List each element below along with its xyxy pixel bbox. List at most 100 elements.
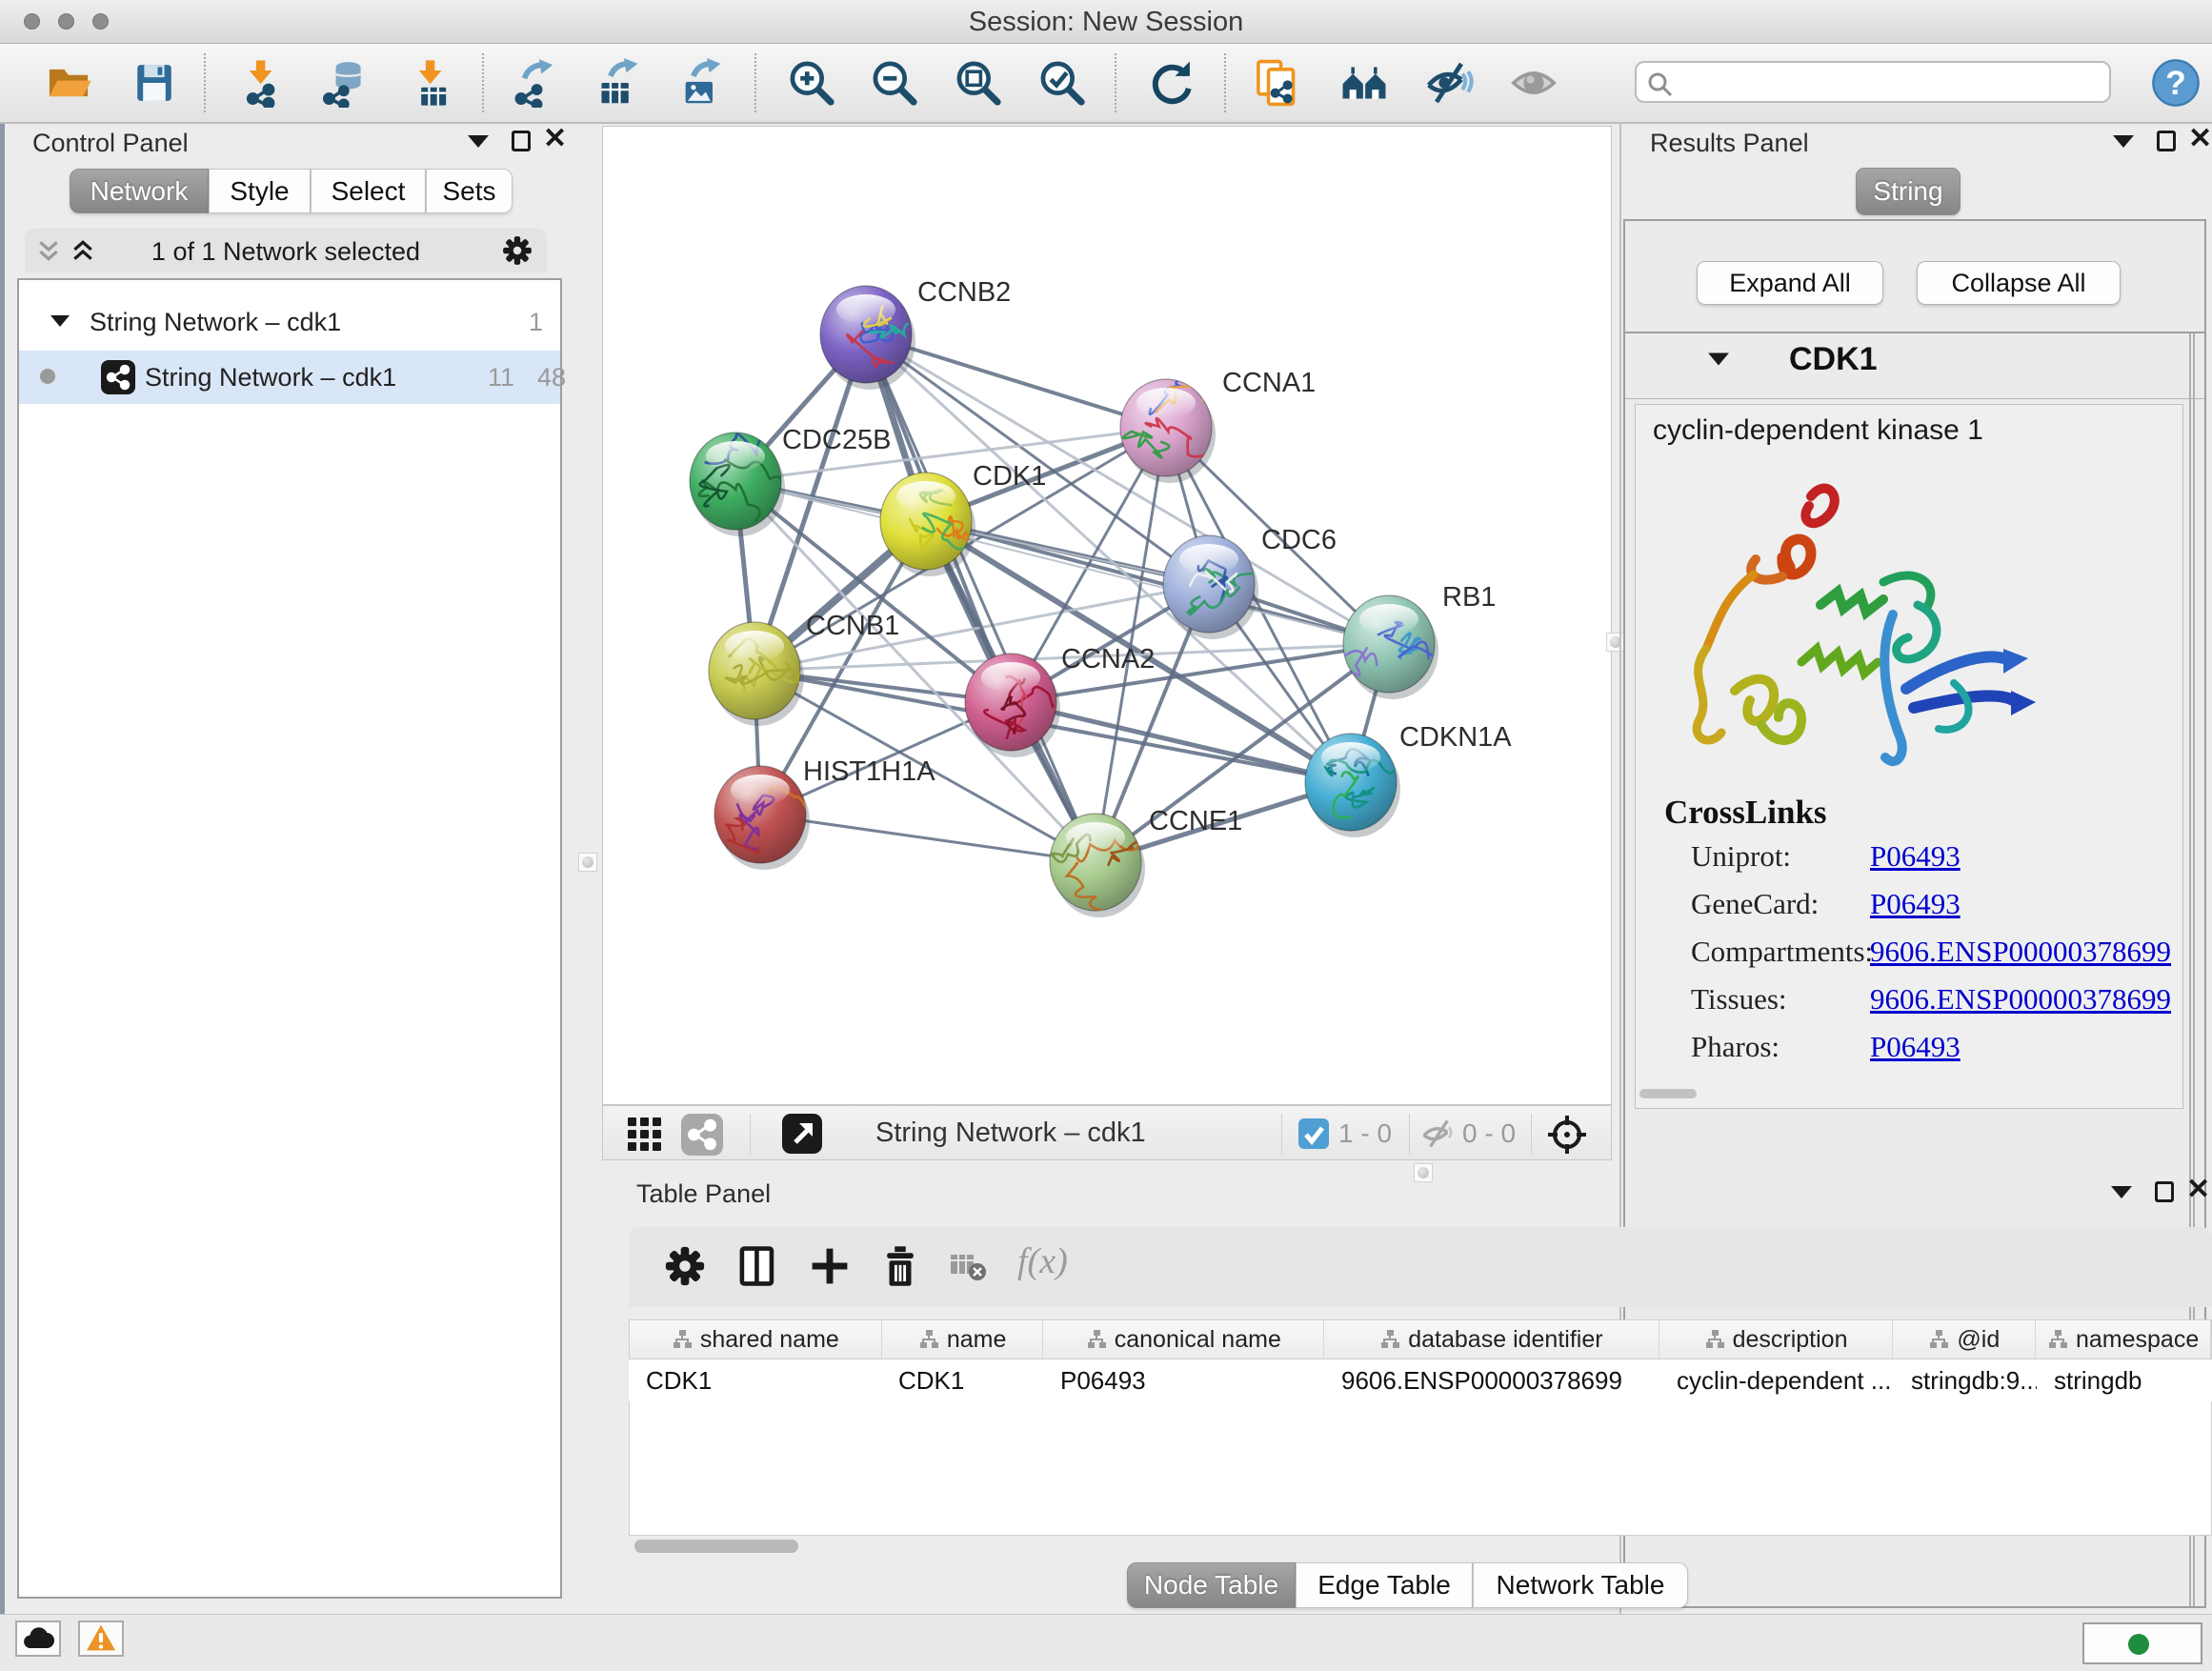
selected-checkbox-icon[interactable] — [1298, 1118, 1329, 1149]
gear-icon[interactable] — [501, 234, 533, 267]
create-column-icon[interactable] — [808, 1244, 852, 1288]
network-node-CDKN1A[interactable] — [1305, 734, 1400, 837]
open-folder-icon — [44, 58, 93, 108]
node-label-CDC6: CDC6 — [1261, 525, 1337, 555]
protein-collapse-caret-icon[interactable] — [1707, 351, 1730, 368]
network-node-CCNB2[interactable] — [820, 286, 915, 390]
control-panel-title: Control Panel — [32, 129, 189, 158]
column-header--id[interactable]: @id — [1893, 1320, 2036, 1359]
export-network-button[interactable] — [507, 57, 560, 111]
table-cell[interactable]: stringdb:9... — [1894, 1359, 2037, 1401]
panel-menu-icon[interactable] — [468, 135, 489, 148]
control-panel-tabs: NetworkStyleSelectSets — [70, 169, 513, 213]
crosslink-value-link[interactable]: P06493 — [1870, 887, 1961, 921]
network-node-CCNA2[interactable] — [965, 654, 1060, 757]
warning-icon — [85, 1623, 117, 1652]
node-label-RB1: RB1 — [1442, 582, 1496, 613]
tab-string[interactable]: String — [1856, 168, 1961, 215]
cloud-status-button[interactable] — [15, 1621, 61, 1657]
panel-close-icon[interactable]: ✕ — [543, 129, 567, 150]
refresh-button[interactable] — [1145, 57, 1198, 111]
network-summary-bar: 1 of 1 Network selected — [25, 229, 547, 272]
left-splitter-grip[interactable] — [578, 853, 597, 872]
network-node-CDK1[interactable] — [880, 473, 975, 576]
search-input[interactable] — [1680, 65, 2100, 99]
help-button[interactable]: ? — [2149, 57, 2202, 111]
crosslink-value-link[interactable]: P06493 — [1870, 839, 1961, 874]
table-cell[interactable]: CDK1 — [629, 1359, 881, 1401]
hide-selected-button[interactable] — [1422, 57, 1476, 111]
show-hide-columns-icon[interactable] — [735, 1244, 779, 1288]
collapse-all-button[interactable]: Collapse All — [1917, 261, 2121, 305]
panel-menu-icon[interactable] — [2113, 135, 2134, 148]
delete-column-icon[interactable] — [878, 1244, 922, 1288]
network-row-label: String Network – cdk1 — [145, 363, 396, 393]
crosslink-value-link[interactable]: 9606.ENSP00000378699 — [1870, 935, 2171, 969]
panel-float-icon[interactable] — [512, 131, 531, 151]
table-cell[interactable]: P06493 — [1043, 1359, 1324, 1401]
panel-close-icon[interactable]: ✕ — [2186, 1179, 2210, 1200]
tab-node-table[interactable]: Node Table — [1127, 1562, 1296, 1608]
table-hscrollbar-thumb[interactable] — [634, 1540, 798, 1553]
tab-sets[interactable]: Sets — [426, 169, 513, 213]
zoom-fit-button[interactable] — [952, 57, 1005, 111]
copy-network-button[interactable] — [1251, 57, 1304, 111]
crosslink-label: Uniprot: — [1691, 839, 1791, 874]
export-table-button[interactable] — [591, 57, 644, 111]
network-collection-row[interactable]: String Network – cdk1 1 — [19, 297, 560, 351]
column-header-name[interactable]: name — [882, 1320, 1044, 1359]
zoom-selected-button[interactable] — [1036, 57, 1089, 111]
zoom-out-button[interactable] — [868, 57, 921, 111]
tree-expand-caret-icon[interactable] — [50, 312, 70, 330]
network-row-selected[interactable]: String Network – cdk1 11 48 — [19, 351, 560, 404]
crosshair-icon[interactable] — [1546, 1114, 1588, 1156]
network-graph[interactable]: CCNB2CCNA1CDC25BCDK1CDC6RB1CCNB1CCNA2CDK… — [603, 127, 1611, 1104]
cytoscape-window: Session: New Session — [0, 0, 2212, 1671]
table-cell[interactable]: CDK1 — [881, 1359, 1043, 1401]
import-network-from-database-button[interactable] — [318, 57, 372, 111]
export-image-button[interactable] — [674, 57, 727, 111]
delete-table-icon[interactable] — [949, 1244, 987, 1288]
zoom-in-button[interactable] — [785, 57, 838, 111]
network-canvas-panel[interactable]: CCNB2CCNA1CDC25BCDK1CDC6RB1CCNB1CCNA2CDK… — [602, 126, 1612, 1105]
network-view-mode-icon[interactable] — [681, 1114, 723, 1156]
column-header-shared-name[interactable]: shared name — [630, 1320, 882, 1359]
memory-button[interactable]: Memory — [2082, 1622, 2202, 1664]
import-table-button[interactable] — [406, 57, 459, 111]
network-edge-CCNE1-HIST1H1A — [760, 815, 1096, 862]
gear-icon[interactable] — [663, 1244, 707, 1288]
crosslink-value-link[interactable]: P06493 — [1870, 1030, 1961, 1064]
tab-edge-table[interactable]: Edge Table — [1296, 1562, 1473, 1608]
panel-float-icon[interactable] — [2155, 1181, 2174, 1202]
table-row[interactable]: CDK1CDK1P064939606.ENSP00000378699cyclin… — [629, 1359, 2212, 1401]
import-network-button[interactable] — [236, 57, 290, 111]
network-view-title: String Network – cdk1 — [875, 1117, 1146, 1149]
crosslink-value-link[interactable]: 9606.ENSP00000378699 — [1870, 982, 2171, 1017]
save-session-button[interactable] — [128, 57, 181, 111]
column-header-description[interactable]: description — [1659, 1320, 1894, 1359]
table-cell[interactable]: stringdb — [2037, 1359, 2212, 1401]
first-neighbors-button[interactable] — [1337, 57, 1391, 111]
function-builder-icon[interactable]: f(x) — [1017, 1240, 1068, 1282]
show-all-button[interactable] — [1507, 57, 1560, 111]
tab-style[interactable]: Style — [209, 169, 311, 213]
table-cell[interactable]: cyclin-dependent ... — [1659, 1359, 1894, 1401]
expand-all-button[interactable]: Expand All — [1697, 261, 1883, 305]
column-header-canonical-name[interactable]: canonical name — [1043, 1320, 1324, 1359]
column-header-database-identifier[interactable]: database identifier — [1324, 1320, 1659, 1359]
network-node-CDC25B[interactable] — [690, 433, 796, 536]
card-hscrollbar-thumb[interactable] — [1639, 1089, 1697, 1098]
birds-eye-view-icon[interactable] — [782, 1114, 822, 1154]
warning-status-button[interactable] — [78, 1621, 124, 1657]
tab-network[interactable]: Network — [70, 169, 209, 213]
grid-view-icon[interactable] — [626, 1116, 664, 1154]
tab-network-table[interactable]: Network Table — [1473, 1562, 1688, 1608]
network-node-CCNA1[interactable] — [1120, 371, 1216, 483]
column-header-namespace[interactable]: namespace — [2036, 1320, 2211, 1359]
tab-select[interactable]: Select — [311, 169, 426, 213]
panel-float-icon[interactable] — [2157, 131, 2176, 151]
table-cell[interactable]: 9606.ENSP00000378699 — [1324, 1359, 1659, 1401]
panel-close-icon[interactable]: ✕ — [2188, 129, 2212, 150]
open-session-button[interactable] — [42, 57, 95, 111]
panel-menu-icon[interactable] — [2111, 1186, 2132, 1198]
